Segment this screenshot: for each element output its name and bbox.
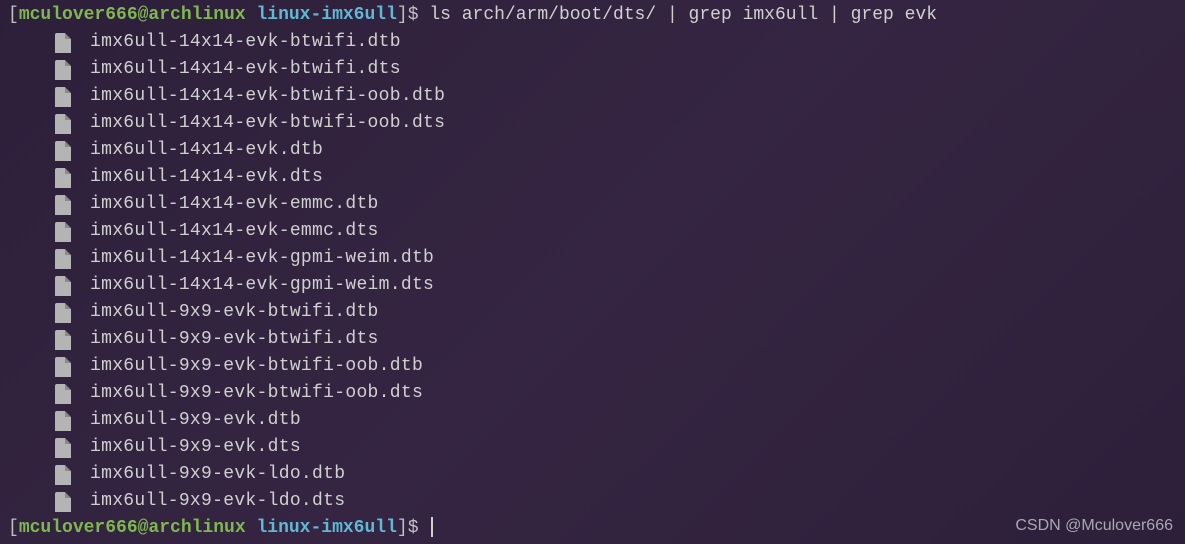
file-icon <box>52 491 74 513</box>
file-row: imx6ull-14x14-evk-btwifi-oob.dtb <box>0 83 1185 110</box>
file-row: imx6ull-14x14-evk.dts <box>0 164 1185 191</box>
filename: imx6ull-9x9-evk-btwifi-oob.dtb <box>90 353 423 380</box>
user-host: mculover666@archlinux <box>19 518 246 538</box>
current-directory: linux-imx6ull <box>256 5 396 25</box>
file-row: imx6ull-14x14-evk-emmc.dtb <box>0 191 1185 218</box>
bracket-close: ]$ <box>397 518 419 538</box>
filename: imx6ull-9x9-evk-ldo.dts <box>90 488 345 515</box>
file-row: imx6ull-9x9-evk-btwifi-oob.dtb <box>0 353 1185 380</box>
file-icon <box>52 32 74 54</box>
watermark-text: CSDN @Mculover666 <box>1015 514 1173 538</box>
filename: imx6ull-9x9-evk.dtb <box>90 407 301 434</box>
file-icon <box>52 113 74 135</box>
file-listing: imx6ull-14x14-evk-btwifi.dtbimx6ull-14x1… <box>0 29 1185 515</box>
filename: imx6ull-9x9-evk-btwifi-oob.dts <box>90 380 423 407</box>
filename: imx6ull-9x9-evk-ldo.dtb <box>90 461 345 488</box>
cursor-icon <box>431 517 433 537</box>
file-icon <box>52 383 74 405</box>
file-row: imx6ull-14x14-evk-btwifi-oob.dts <box>0 110 1185 137</box>
file-icon <box>52 140 74 162</box>
file-row: imx6ull-14x14-evk.dtb <box>0 137 1185 164</box>
user-host: mculover666@archlinux <box>19 5 246 25</box>
file-icon <box>52 302 74 324</box>
file-row: imx6ull-14x14-evk-emmc.dts <box>0 218 1185 245</box>
prompt-line-1: [mculover666@archlinux linux-imx6ull]$ l… <box>0 2 1185 29</box>
file-row: imx6ull-14x14-evk-gpmi-weim.dts <box>0 272 1185 299</box>
filename: imx6ull-14x14-evk-gpmi-weim.dtb <box>90 245 434 272</box>
terminal-window[interactable]: [mculover666@archlinux linux-imx6ull]$ l… <box>0 2 1185 542</box>
file-icon <box>52 59 74 81</box>
command-input[interactable] <box>419 518 430 538</box>
file-icon <box>52 221 74 243</box>
command-text: ls arch/arm/boot/dts/ | grep imx6ull | g… <box>419 5 937 25</box>
bracket-open: [ <box>8 518 19 538</box>
file-row: imx6ull-9x9-evk-btwifi.dtb <box>0 299 1185 326</box>
file-icon <box>52 248 74 270</box>
filename: imx6ull-14x14-evk.dtb <box>90 137 323 164</box>
file-icon <box>52 194 74 216</box>
file-icon <box>52 464 74 486</box>
filename: imx6ull-14x14-evk-btwifi.dtb <box>90 29 401 56</box>
filename: imx6ull-14x14-evk-btwifi-oob.dts <box>90 110 445 137</box>
file-row: imx6ull-9x9-evk-btwifi.dts <box>0 326 1185 353</box>
prompt-line-2: [mculover666@archlinux linux-imx6ull]$ <box>0 515 1185 542</box>
file-icon <box>52 329 74 351</box>
file-icon <box>52 437 74 459</box>
filename: imx6ull-9x9-evk-btwifi.dts <box>90 326 379 353</box>
filename: imx6ull-14x14-evk.dts <box>90 164 323 191</box>
file-icon <box>52 167 74 189</box>
file-row: imx6ull-9x9-evk.dts <box>0 434 1185 461</box>
filename: imx6ull-14x14-evk-gpmi-weim.dts <box>90 272 434 299</box>
filename: imx6ull-14x14-evk-emmc.dtb <box>90 191 379 218</box>
filename: imx6ull-14x14-evk-btwifi-oob.dtb <box>90 83 445 110</box>
bracket-open: [ <box>8 5 19 25</box>
file-row: imx6ull-14x14-evk-gpmi-weim.dtb <box>0 245 1185 272</box>
file-icon <box>52 86 74 108</box>
current-directory: linux-imx6ull <box>256 518 396 538</box>
filename: imx6ull-9x9-evk.dts <box>90 434 301 461</box>
filename: imx6ull-14x14-evk-emmc.dts <box>90 218 379 245</box>
file-row: imx6ull-9x9-evk.dtb <box>0 407 1185 434</box>
bracket-close: ]$ <box>397 5 419 25</box>
file-icon <box>52 356 74 378</box>
file-icon <box>52 275 74 297</box>
filename: imx6ull-9x9-evk-btwifi.dtb <box>90 299 379 326</box>
file-row: imx6ull-9x9-evk-ldo.dtb <box>0 461 1185 488</box>
file-icon <box>52 410 74 432</box>
file-row: imx6ull-14x14-evk-btwifi.dts <box>0 56 1185 83</box>
filename: imx6ull-14x14-evk-btwifi.dts <box>90 56 401 83</box>
file-row: imx6ull-9x9-evk-btwifi-oob.dts <box>0 380 1185 407</box>
file-row: imx6ull-9x9-evk-ldo.dts <box>0 488 1185 515</box>
file-row: imx6ull-14x14-evk-btwifi.dtb <box>0 29 1185 56</box>
